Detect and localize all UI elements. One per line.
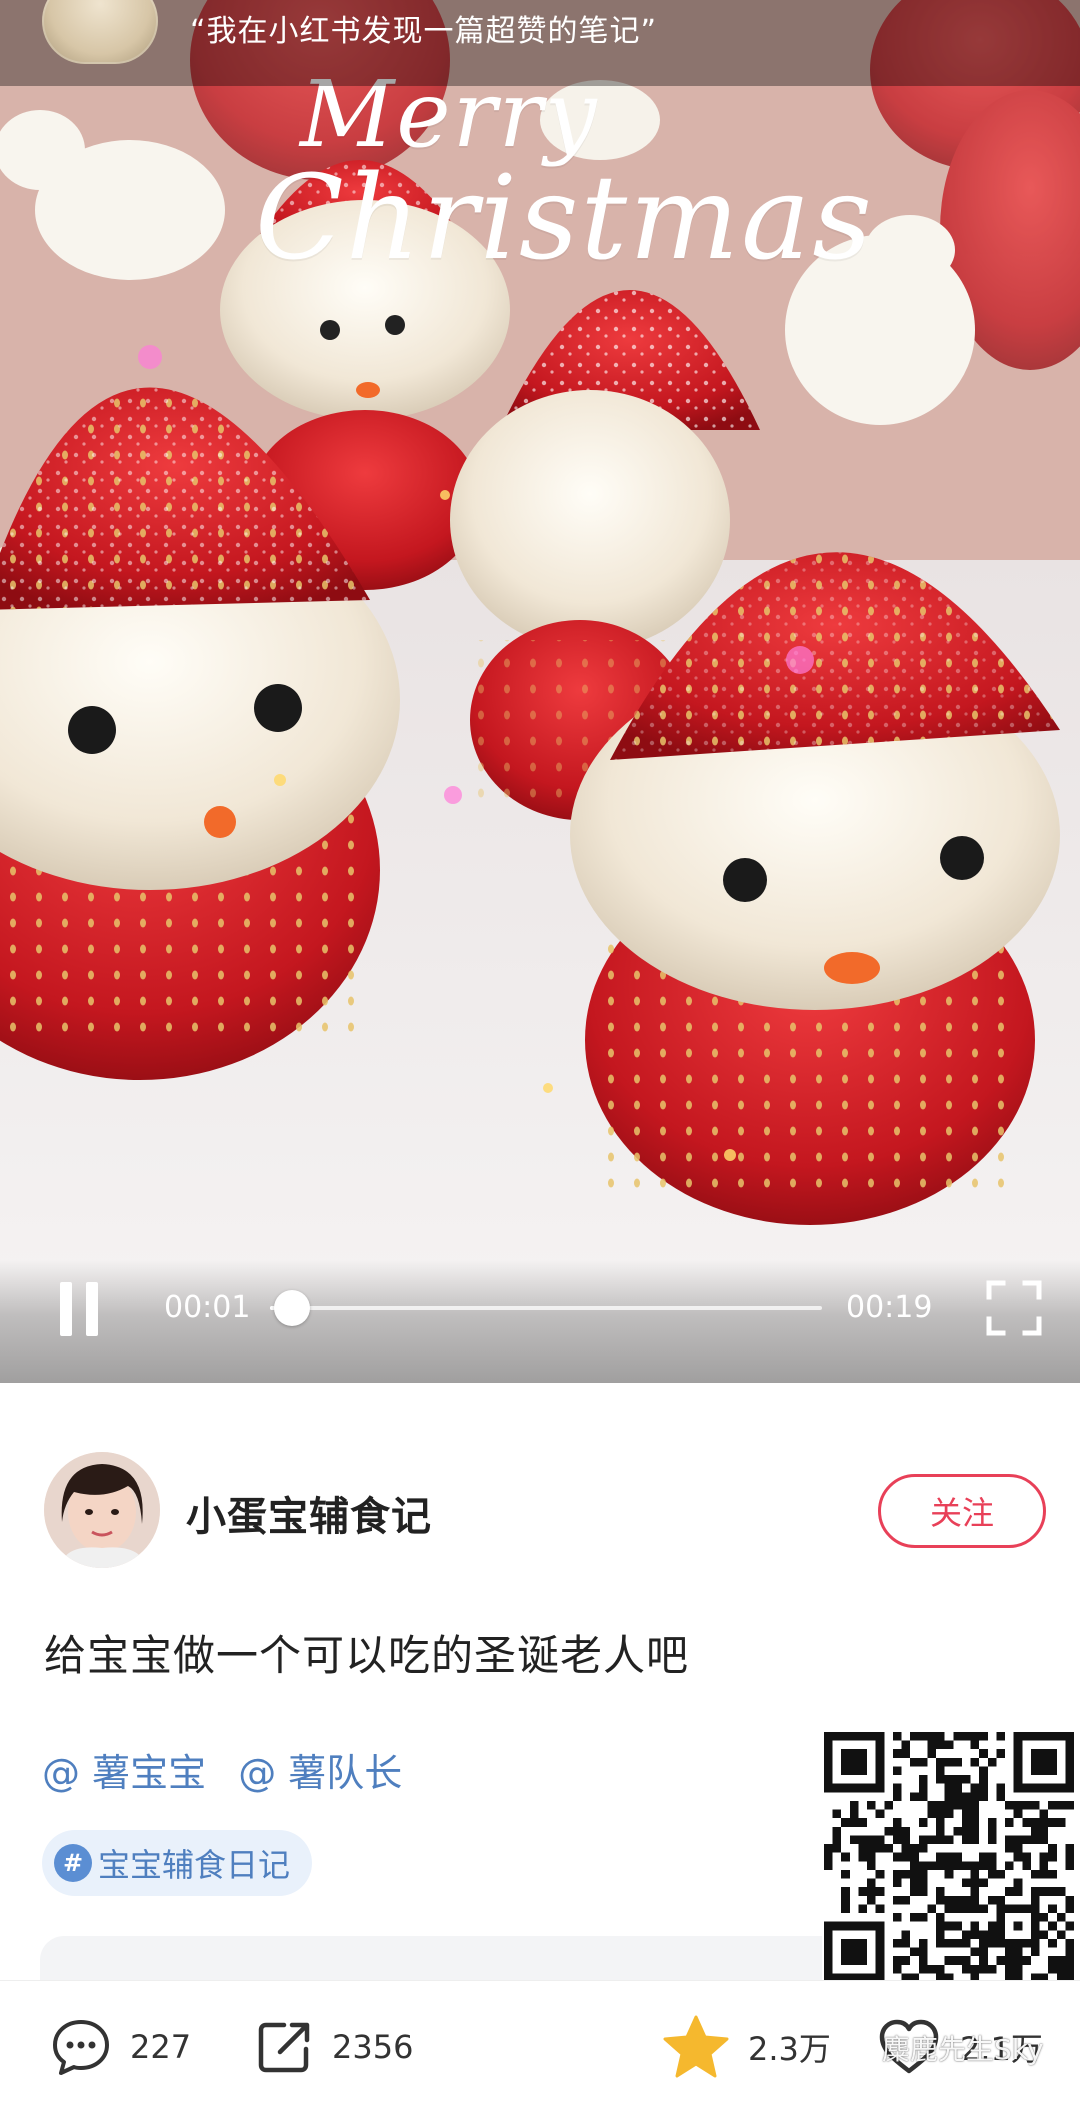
author-row: 小蛋宝辅食记 关注 bbox=[0, 1452, 1080, 1568]
star-action[interactable]: 2.3万 bbox=[662, 1981, 831, 2113]
current-time: 00:01 bbox=[164, 1290, 251, 1325]
hashtag-label: 宝宝辅食日记 bbox=[98, 1846, 291, 1884]
mentions: @ 薯宝宝 @ 薯队长 bbox=[42, 1742, 422, 1797]
hashtag-icon: # bbox=[54, 1844, 92, 1882]
share-count: 2356 bbox=[332, 2028, 414, 2066]
total-time: 00:19 bbox=[846, 1290, 933, 1325]
note-title: 给宝宝做一个可以吃的圣诞老人吧 bbox=[44, 1631, 690, 1680]
author-name[interactable]: 小蛋宝辅食记 bbox=[186, 1484, 432, 1542]
comment-action[interactable]: 227 bbox=[50, 1981, 191, 2113]
banner-avatar bbox=[42, 0, 158, 64]
mention-link[interactable]: @ 薯队长 bbox=[238, 1751, 402, 1795]
watermark: 麋鹿先生Sky bbox=[840, 2028, 1044, 2068]
watermark-text: 麋鹿先生Sky bbox=[882, 2033, 1044, 2066]
hashtag-chip[interactable]: # 宝宝辅食日记 bbox=[42, 1830, 313, 1896]
video-overlay-title: Merry Christmas bbox=[255, 69, 900, 278]
fullscreen-icon[interactable] bbox=[986, 1280, 1042, 1336]
pause-button[interactable] bbox=[52, 1280, 106, 1338]
share-icon bbox=[258, 2022, 310, 2073]
progress-knob[interactable] bbox=[274, 1290, 311, 1326]
banner-text: “我在小红书发现一篇超赞的笔记” bbox=[190, 14, 658, 49]
star-icon bbox=[663, 2015, 729, 2078]
star-count: 2.3万 bbox=[748, 2030, 831, 2068]
video-overlay-line2: Christmas bbox=[255, 151, 874, 286]
comment-count: 227 bbox=[130, 2028, 192, 2066]
video-player[interactable]: Merry Christmas bbox=[0, 0, 1080, 1383]
video-progress-bar[interactable] bbox=[270, 1290, 822, 1326]
comment-icon bbox=[53, 2020, 109, 2075]
mention-link[interactable]: @ 薯宝宝 bbox=[42, 1751, 206, 1795]
qr-code bbox=[824, 1732, 1074, 1982]
wechat-icon bbox=[841, 2037, 872, 2059]
pause-icon-bar-left bbox=[60, 1282, 72, 1336]
follow-button[interactable]: 关注 bbox=[878, 1474, 1046, 1548]
share-action[interactable]: 2356 bbox=[254, 1981, 413, 2113]
author-avatar[interactable] bbox=[44, 1452, 160, 1568]
pause-icon-bar-right bbox=[86, 1282, 98, 1336]
share-banner: “我在小红书发现一篇超赞的笔记” bbox=[0, 0, 1080, 86]
